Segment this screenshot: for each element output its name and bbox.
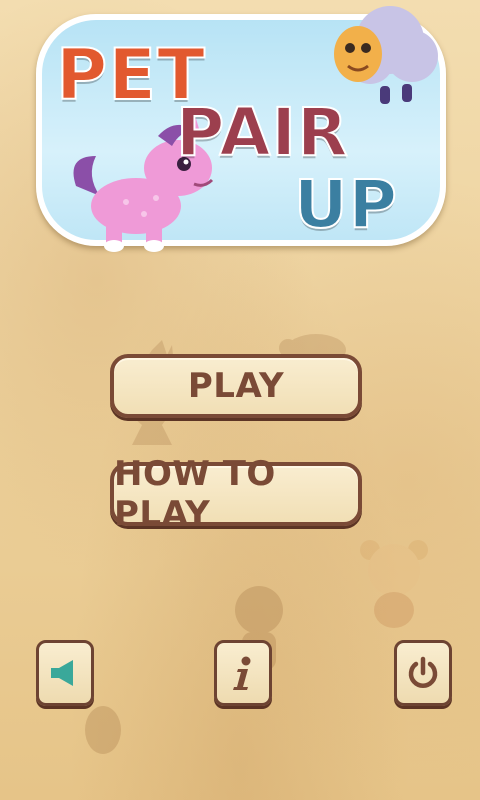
background-bear-decoration	[360, 540, 428, 628]
exit-button[interactable]	[394, 640, 452, 706]
play-button-label: PLAY	[187, 366, 285, 406]
title-word-up: UP	[293, 165, 398, 244]
game-logo: PET PAIR UP	[36, 6, 446, 252]
power-icon	[408, 656, 438, 688]
info-button[interactable]	[214, 640, 272, 706]
how-to-play-button-label: HOW TO PLAY	[114, 454, 276, 534]
background-giraffe-decoration	[85, 706, 121, 754]
title-word-pair: PAIR	[175, 93, 349, 172]
speaker-icon	[51, 660, 73, 686]
how-to-play-button[interactable]: HOW TO PLAY	[110, 454, 362, 534]
sound-toggle-button[interactable]	[36, 640, 94, 706]
play-button[interactable]: PLAY	[110, 354, 362, 418]
info-icon	[233, 656, 251, 690]
